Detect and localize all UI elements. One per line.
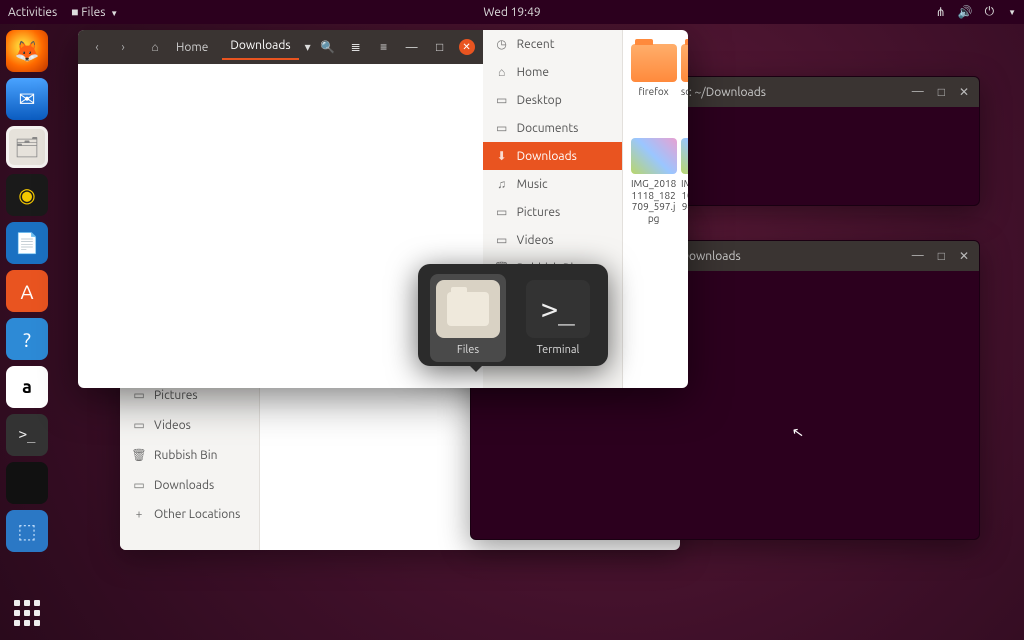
folder-icon bbox=[681, 44, 688, 82]
network-icon[interactable]: ⋔ bbox=[936, 5, 946, 19]
list-icon: ≣ bbox=[351, 40, 361, 54]
file-label: IMG_20181118_182709_597.jpg bbox=[631, 178, 677, 224]
files-app-icon bbox=[436, 280, 500, 338]
close-button[interactable]: ✕ bbox=[959, 249, 969, 263]
file-item[interactable]: IMG_20181027_141944_612.jpg bbox=[679, 136, 688, 226]
breadcrumb: ⌂ Home Downloads ▾ bbox=[148, 35, 311, 60]
file-label: screenshots bbox=[681, 86, 688, 109]
activities-button[interactable]: Activities bbox=[8, 6, 57, 19]
maximize-button[interactable]: □ bbox=[938, 85, 945, 99]
chevron-down-icon[interactable]: ▼ bbox=[1008, 8, 1016, 17]
dock-amazon[interactable]: a bbox=[6, 366, 48, 408]
dock-files[interactable]: 🗂 bbox=[6, 126, 48, 168]
pictures-icon: ▭ bbox=[495, 205, 509, 219]
view-list-button[interactable]: ≣ bbox=[347, 38, 365, 56]
file-item[interactable]: IMG_20181118_182709_597.jpg bbox=[629, 136, 679, 226]
terminal-app-icon: >_ bbox=[526, 280, 590, 338]
dock: 🦊 ✉ 🗂 ◉ 📄 A ? a >_ ⬚ bbox=[0, 24, 54, 640]
downloads-icon: ▭ bbox=[132, 478, 146, 492]
minimize-button[interactable]: — bbox=[912, 249, 924, 263]
search-button[interactable]: 🔍 bbox=[319, 38, 337, 56]
home-icon: ⌂ bbox=[495, 65, 509, 79]
sidebar-item-other[interactable]: +Other Locations bbox=[120, 500, 259, 529]
breadcrumb-home[interactable]: Home bbox=[168, 37, 216, 58]
videos-icon: ▭ bbox=[132, 418, 146, 432]
music-icon: ♫ bbox=[495, 177, 509, 191]
sidebar-item-home[interactable]: ⌂Home bbox=[483, 58, 622, 86]
switcher-label: Terminal bbox=[537, 344, 580, 356]
sidebar-item-videos[interactable]: ▭Videos bbox=[120, 410, 259, 440]
folder-icon bbox=[631, 44, 677, 82]
sidebar-item-documents[interactable]: ▭Documents bbox=[483, 114, 622, 142]
dock-firefox[interactable]: 🦊 bbox=[6, 30, 48, 72]
img-icon bbox=[681, 138, 688, 174]
top-panel: Activities ■ Files ▼ Wed 19:49 ⋔ 🔊 ⏻ ▼ bbox=[0, 0, 1024, 24]
breadcrumb-current[interactable]: Downloads bbox=[222, 35, 298, 60]
files-headerbar: ‹ › ⌂ Home Downloads ▾ 🔍 ≣ ≡ — □ ✕ bbox=[78, 30, 483, 64]
sidebar-item-desktop[interactable]: ▭Desktop bbox=[483, 86, 622, 114]
maximize-button[interactable]: □ bbox=[938, 249, 945, 263]
switcher-label: Files bbox=[457, 344, 479, 356]
back-button[interactable]: ‹ bbox=[86, 36, 108, 58]
app-menu[interactable]: ■ Files ▼ bbox=[71, 5, 118, 19]
clock-icon: ◷ bbox=[495, 37, 509, 51]
videos-icon: ▭ bbox=[495, 233, 509, 247]
dock-libreoffice[interactable]: 📄 bbox=[6, 222, 48, 264]
dock-terminal[interactable]: >_ bbox=[6, 414, 48, 456]
close-button[interactable]: ✕ bbox=[959, 85, 969, 99]
sidebar-item-videos[interactable]: ▭Videos bbox=[483, 226, 622, 254]
files-content[interactable]: firefoxscreenshotsgsconnect@andyholmes.g… bbox=[623, 30, 688, 388]
dock-software[interactable]: A bbox=[6, 270, 48, 312]
img-icon bbox=[631, 138, 677, 174]
maximize-button[interactable]: □ bbox=[431, 38, 449, 56]
sidebar-item-pictures[interactable]: ▭Pictures bbox=[483, 198, 622, 226]
switcher-item-files[interactable]: Files bbox=[430, 274, 506, 362]
dock-help[interactable]: ? bbox=[6, 318, 48, 360]
system-status-area[interactable]: ⋔ 🔊 ⏻ ▼ bbox=[936, 5, 1016, 19]
file-label: firefox bbox=[639, 86, 669, 98]
dock-thunderbird[interactable]: ✉ bbox=[6, 78, 48, 120]
sidebar-item-downloads[interactable]: ▭Downloads bbox=[120, 470, 259, 500]
file-item[interactable]: screenshots bbox=[679, 42, 688, 132]
minimize-button[interactable]: — bbox=[403, 38, 421, 56]
minimize-button[interactable]: — bbox=[912, 85, 924, 99]
menu-icon: ≡ bbox=[380, 40, 387, 54]
downloads-icon: ⬇ bbox=[495, 149, 509, 163]
switcher-item-terminal[interactable]: >_ Terminal bbox=[520, 274, 596, 362]
dock-screenshot[interactable]: ⬚ bbox=[6, 510, 48, 552]
file-label: IMG_20181027_141944_612.jpg bbox=[681, 178, 688, 224]
clock[interactable]: Wed 19:49 bbox=[483, 6, 540, 19]
dock-rhythmbox[interactable]: ◉ bbox=[6, 174, 48, 216]
dock-tweaks[interactable] bbox=[6, 462, 48, 504]
search-icon: 🔍 bbox=[320, 40, 335, 54]
home-icon: ⌂ bbox=[148, 40, 162, 54]
sidebar-item-recent[interactable]: ◷Recent bbox=[483, 30, 622, 58]
switcher-arrow-icon bbox=[470, 366, 482, 372]
sidebar-item-music[interactable]: ♫Music bbox=[483, 170, 622, 198]
power-icon[interactable]: ⏻ bbox=[985, 5, 995, 19]
forward-button[interactable]: › bbox=[112, 36, 134, 58]
desktop-icon: ▭ bbox=[495, 93, 509, 107]
alt-tab-switcher[interactable]: Files >_ Terminal bbox=[418, 264, 608, 366]
volume-icon[interactable]: 🔊 bbox=[958, 5, 973, 19]
sidebar-item-downloads[interactable]: ⬇Downloads bbox=[483, 142, 622, 170]
plus-icon: + bbox=[132, 508, 146, 521]
close-button[interactable]: ✕ bbox=[459, 39, 475, 55]
documents-icon: ▭ bbox=[495, 121, 509, 135]
trash-icon: 🗑 bbox=[132, 448, 146, 462]
pictures-icon: ▭ bbox=[132, 388, 146, 402]
file-item[interactable]: firefox bbox=[629, 42, 679, 132]
sidebar-item-rubbish[interactable]: 🗑Rubbish Bin bbox=[120, 440, 259, 470]
view-menu-button[interactable]: ≡ bbox=[375, 38, 393, 56]
